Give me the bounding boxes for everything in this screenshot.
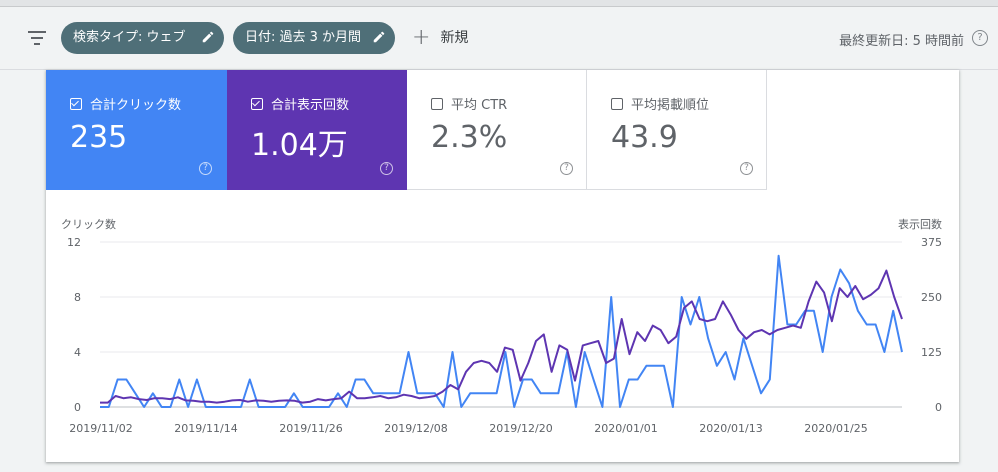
new-filter-button[interactable]: + 新規 [412,22,468,54]
series-line [100,254,903,408]
y-left-tick-label: 4 [74,346,81,359]
performance-card: 合計クリック数 235 ? 合計表示回数 1.04万 ? 平均 CTR 2.3%… [46,70,959,462]
x-tick-label: 2019/11/26 [279,422,342,435]
filter-icon[interactable] [28,31,46,45]
y-right-tick-label: 375 [921,236,942,249]
top-divider [0,0,998,7]
help-icon[interactable]: ? [972,30,988,46]
search-type-chip[interactable]: 検索タイプ: ウェブ [61,22,224,54]
last-updated-text: 最終更新日: 5 時間前 [839,34,964,49]
y-axis-right-title: 表示回数 [898,217,942,231]
y-right-tick-label: 125 [921,346,942,359]
edit-pencil-icon[interactable] [372,30,386,44]
search-type-chip-label: 検索タイプ: ウェブ [73,30,186,45]
edit-pencil-icon[interactable] [201,30,215,44]
date-chip-label: 日付: 過去 3 か月間 [245,30,362,45]
x-tick-label: 2019/12/20 [489,422,552,435]
series-line [100,269,903,404]
x-tick-label: 2020/01/13 [699,422,762,435]
y-right-tick-label: 0 [935,401,942,414]
x-tick-label: 2019/12/08 [384,422,447,435]
new-filter-label: 新規 [440,30,469,46]
y-right-tick-label: 250 [921,291,942,304]
y-left-tick-label: 12 [67,236,81,249]
x-tick-label: 2019/11/14 [174,422,237,435]
plus-icon: + [412,25,431,50]
y-left-tick-label: 8 [74,291,81,304]
x-tick-label: 2020/01/01 [594,422,657,435]
y-axis-left-title: クリック数 [61,218,116,231]
date-chip[interactable]: 日付: 過去 3 か月間 [233,22,395,54]
performance-chart: クリック数 表示回数 0 0 4 125 8 250 12 375 2019/11/02 2019/1… [61,217,942,435]
y-left-tick-label: 0 [74,401,81,414]
x-tick-label: 2020/01/25 [804,422,867,435]
filter-bar: 検索タイプ: ウェブ 日付: 過去 3 か月間 + 新規 最終更新日: 5 時間前… [0,7,998,70]
x-tick-label: 2019/11/02 [69,422,132,435]
